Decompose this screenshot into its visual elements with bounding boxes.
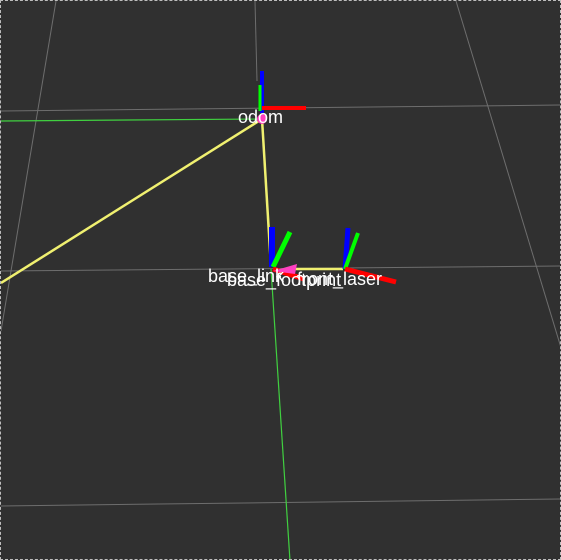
green-axis-lines [1, 118, 291, 559]
green-line [1, 118, 262, 122]
3d-viewport[interactable]: odom base_link base_footprint front_lase… [0, 0, 561, 560]
tf-link [1, 117, 263, 285]
axis-y [270, 230, 293, 269]
tf-links [1, 117, 343, 285]
grid-line [1, 1, 57, 332]
grid-line [1, 498, 560, 507]
frame-label-odom[interactable]: odom [238, 107, 283, 127]
frame-labels: odom base_link base_footprint front_lase… [208, 107, 382, 291]
grid-line [455, 1, 560, 347]
green-line [270, 268, 291, 559]
frame-label-front-laser[interactable]: front_laser [297, 269, 382, 290]
grid-line [254, 1, 258, 82]
scene-canvas[interactable]: odom base_link base_footprint front_lase… [1, 1, 561, 560]
